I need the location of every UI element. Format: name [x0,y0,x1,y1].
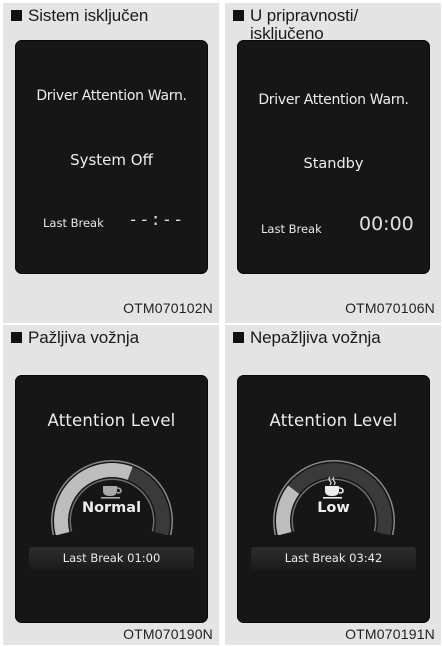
last-break-value: --:-- [128,210,185,230]
screen-title: Attention Level [47,411,176,430]
square-bullet-icon [233,332,244,343]
last-break-row: Last Break [43,212,104,231]
last-break-bar: Last Break 03:42 [251,547,416,570]
figure-code: OTM070191N [345,626,435,642]
cluster-screen: Attention Level Low Last Break 03:42 [237,375,430,623]
steaming-coffee-cup-icon [323,476,344,499]
panel-standby: U pripravnosti/ isključeno Driver Attent… [225,3,441,323]
panel-caption: Sistem isključen [11,7,213,25]
last-break-label: Last Break [43,216,104,230]
square-bullet-icon [233,10,244,21]
panel-caption: Nepažljiva vožnja [233,329,435,347]
panel-system-off: Sistem isključen Driver Attention Warn. … [3,3,219,323]
square-bullet-icon [11,10,22,21]
cluster-screen: Driver Attention Warn. Standby Last Brea… [237,40,430,274]
figure-code: OTM070190N [123,626,213,642]
panel-caption: Pažljiva vožnja [11,329,213,347]
last-break-row: Last Break [261,218,322,237]
caption-text-line1: U pripravnosti/ [250,6,359,25]
panel-caption: U pripravnosti/ isključeno [233,7,435,43]
cluster-screen: Driver Attention Warn. System Off Last B… [15,40,208,274]
attention-level-value: Low [317,500,350,516]
screen-title: Driver Attention Warn. [258,92,409,108]
screen-title: Driver Attention Warn. [36,88,187,104]
figure-code: OTM070102N [123,300,213,316]
status-text: Standby [303,156,364,172]
screen-title: Attention Level [269,411,398,430]
last-break-value: 00:00 [359,213,414,235]
last-break-bar: Last Break 01:00 [29,547,194,570]
caption-text: Nepažljiva vožnja [250,328,381,347]
panel-attentive-driving: Pažljiva vožnja Attention Level Normal L… [3,325,219,645]
cluster-screen: Attention Level Normal Last Break 01:00 [15,375,208,623]
attention-level-value: Normal [81,500,142,516]
panel-inattentive-driving: Nepažljiva vožnja Attention Level Low La… [225,325,441,645]
figure-code: OTM070106N [345,300,435,316]
last-break-label: Last Break [261,222,322,236]
caption-text: Pažljiva vožnja [28,328,139,347]
caption-text: Sistem isključen [28,6,149,25]
status-text: System Off [70,151,153,169]
gauge-fill [54,463,133,535]
coffee-cup-icon [101,486,122,499]
square-bullet-icon [11,332,22,343]
